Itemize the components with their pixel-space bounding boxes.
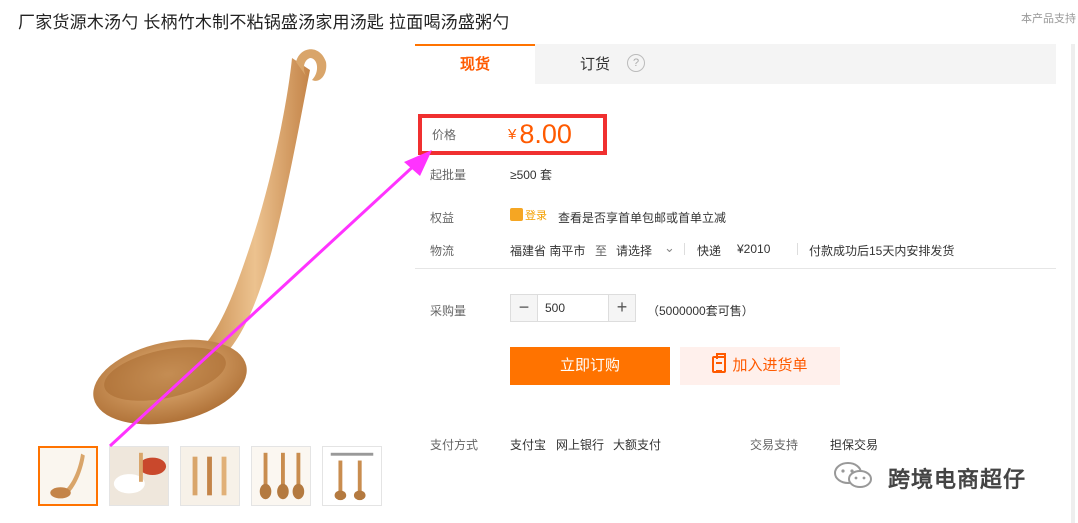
payment-method-large: 大额支付 <box>613 438 662 452</box>
section-divider <box>415 268 1056 269</box>
thumbnail-4[interactable] <box>251 446 311 506</box>
trade-support-label: 交易支持 <box>750 438 799 452</box>
scrollbar[interactable] <box>1071 44 1075 523</box>
add-to-cart-label: 加入进货单 <box>732 357 808 374</box>
login-badge-icon <box>510 208 523 221</box>
shipping-method: 快递 <box>697 244 722 258</box>
price-value: ¥8.00 <box>508 119 572 150</box>
available-stock: （5000000套可售） <box>647 304 754 318</box>
separator <box>797 243 798 255</box>
quantity-stepper: − + <box>510 294 636 322</box>
tab-spot-goods[interactable]: 现货 <box>415 44 535 84</box>
logistics-label: 物流 <box>430 244 455 258</box>
login-badge[interactable]: 登录 <box>510 207 554 223</box>
login-badge-text: 登录 <box>525 210 547 222</box>
help-icon[interactable]: ? <box>627 54 645 72</box>
plus-icon[interactable]: + <box>608 295 635 321</box>
quantity-label: 采购量 <box>430 304 467 318</box>
destination-select[interactable]: 请选择 <box>616 242 652 259</box>
thumbnail-strip <box>38 446 383 506</box>
thumbnail-2[interactable] <box>109 446 169 506</box>
min-order-label: 起批量 <box>430 168 467 182</box>
thumbnail-1[interactable] <box>38 446 98 506</box>
min-order-value: ≥500 套 <box>510 168 552 182</box>
separator <box>684 243 685 255</box>
benefits-label: 权益 <box>430 211 455 225</box>
chevron-down-icon[interactable]: ⌄ <box>664 240 675 256</box>
main-product-image <box>20 40 390 435</box>
shipping-fee: ¥2010 <box>737 242 771 256</box>
watermark-text: 跨境电商超仔 <box>888 467 1027 492</box>
stock-tabs: 现货 订货 ? <box>415 44 1056 84</box>
quantity-input[interactable] <box>539 295 608 321</box>
buy-now-button[interactable]: 立即订购 <box>510 347 670 385</box>
trade-support-value: 担保交易 <box>830 438 879 452</box>
wechat-icon <box>834 462 872 488</box>
price-amount: 8.00 <box>519 119 572 149</box>
clipboard-icon <box>712 353 727 373</box>
support-note: 本产品支持 <box>1021 13 1076 25</box>
price-label: 价格 <box>432 128 457 142</box>
price-highlight-box: 价格 ¥8.00 <box>418 114 607 155</box>
minus-icon[interactable]: − <box>511 295 538 321</box>
ship-from: 福建省 南平市 <box>510 244 586 258</box>
benefits-text[interactable]: 查看是否享首单包邮或首单立减 <box>558 209 726 226</box>
thumbnail-5[interactable] <box>322 446 382 506</box>
shipping-note: 付款成功后15天内安排发货 <box>809 244 955 258</box>
payment-label: 支付方式 <box>430 438 479 452</box>
payment-method-bank: 网上银行 <box>556 438 605 452</box>
add-to-cart-button[interactable]: 加入进货单 <box>680 347 840 385</box>
product-title: 厂家货源木汤勺 长柄竹木制不粘锅盛汤家用汤匙 拉面喝汤盛粥勺 <box>18 13 510 32</box>
ship-to-word: 至 <box>595 244 608 258</box>
thumbnail-3[interactable] <box>180 446 240 506</box>
payment-method-alipay: 支付宝 <box>510 438 547 452</box>
currency-symbol: ¥ <box>508 126 517 143</box>
